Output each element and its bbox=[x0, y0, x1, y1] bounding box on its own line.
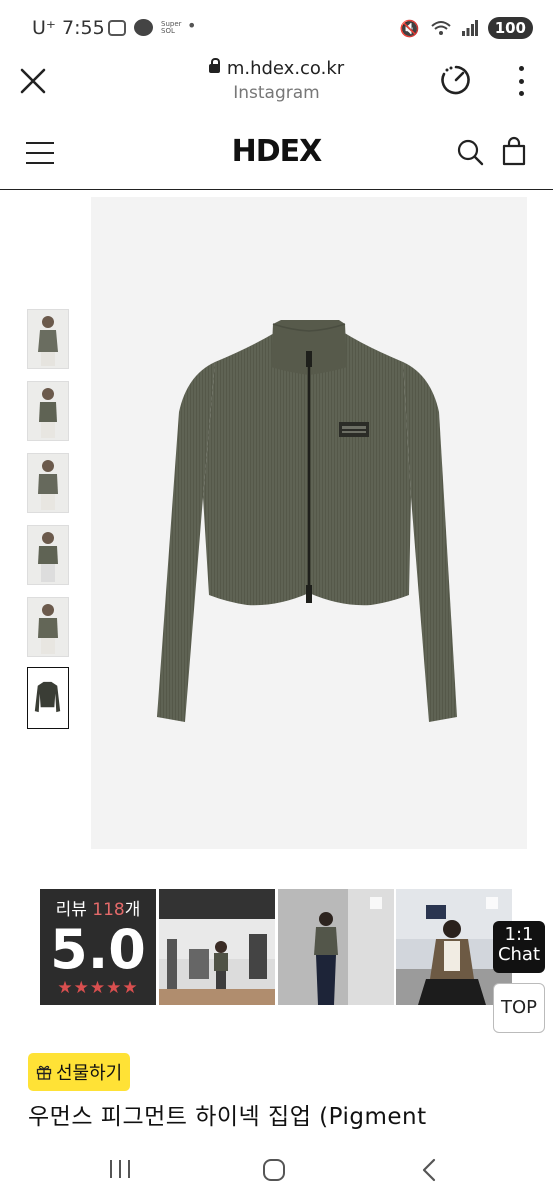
message-icon bbox=[134, 19, 153, 36]
scroll-top-button[interactable]: TOP bbox=[493, 983, 545, 1033]
model-photo bbox=[28, 526, 68, 584]
url-block[interactable]: m.hdex.co.kr Instagram bbox=[150, 58, 403, 103]
search-icon[interactable] bbox=[456, 138, 484, 166]
model-photo bbox=[28, 382, 68, 440]
model-photo bbox=[28, 454, 68, 512]
cart-icon[interactable] bbox=[500, 136, 528, 166]
review-score: 5.0 bbox=[50, 918, 146, 981]
review-count-label: 리뷰 118개 bbox=[55, 900, 141, 920]
mute-icon: 🔇 bbox=[399, 18, 420, 38]
more-notifications-dot: • bbox=[187, 16, 197, 35]
chat-line2: Chat bbox=[497, 944, 541, 965]
close-icon[interactable] bbox=[18, 66, 48, 96]
status-bar: U⁺ 7:55 Super SOL • 🔇 100 bbox=[0, 0, 553, 56]
thumbnail-4[interactable] bbox=[27, 525, 69, 585]
review-photo-1[interactable] bbox=[159, 889, 275, 1005]
speed-icon[interactable] bbox=[439, 63, 473, 97]
main-product-image[interactable] bbox=[91, 197, 527, 849]
system-icons: 🔇 100 bbox=[400, 17, 533, 39]
notification-icons: Super SOL bbox=[108, 19, 182, 36]
review-stars: ★★★★★ bbox=[57, 978, 139, 998]
lock-icon bbox=[208, 58, 220, 73]
thumbnail-6[interactable] bbox=[27, 667, 69, 729]
browser-bar: m.hdex.co.kr Instagram bbox=[0, 56, 553, 115]
thumbnail-5[interactable] bbox=[27, 597, 69, 657]
thumbnail-2[interactable] bbox=[27, 381, 69, 441]
review-image bbox=[159, 889, 275, 1005]
model-photo bbox=[28, 310, 68, 368]
gift-icon bbox=[36, 1065, 52, 1080]
url-text[interactable]: m.hdex.co.kr bbox=[150, 58, 403, 79]
model-photo bbox=[28, 598, 68, 656]
sol-icon: Super SOL bbox=[161, 19, 182, 35]
chat-line1: 1:1 bbox=[504, 924, 534, 945]
thumbnail-1[interactable] bbox=[27, 309, 69, 369]
battery-indicator: 100 bbox=[487, 17, 533, 39]
review-summary[interactable]: 리뷰 118개 5.0 ★★★★★ bbox=[40, 889, 156, 1005]
jacket-photo bbox=[28, 668, 67, 727]
recent-apps-icon[interactable] bbox=[107, 1158, 133, 1180]
back-icon[interactable] bbox=[420, 1158, 438, 1182]
url-source: Instagram bbox=[233, 83, 320, 103]
system-nav-bar bbox=[0, 1140, 553, 1200]
thumbnail-3[interactable] bbox=[27, 453, 69, 513]
site-header: HDEX bbox=[0, 114, 553, 190]
jacket-illustration bbox=[157, 320, 457, 722]
wifi-icon bbox=[431, 21, 451, 35]
screenshot-icon bbox=[108, 19, 126, 36]
product-title: 우먼스 피그먼트 하이넥 집업 (Pigment bbox=[28, 1104, 427, 1130]
review-image bbox=[278, 889, 394, 1005]
home-icon[interactable] bbox=[262, 1158, 286, 1182]
review-photo-2[interactable] bbox=[278, 889, 394, 1005]
more-icon[interactable] bbox=[508, 66, 534, 96]
chat-button[interactable]: 1:1 Chat bbox=[493, 921, 545, 973]
gift-button[interactable]: 선물하기 bbox=[28, 1053, 131, 1091]
signal-icon bbox=[461, 20, 478, 36]
gift-label: 선물하기 bbox=[56, 1063, 123, 1084]
status-time: U⁺ 7:55 bbox=[32, 17, 105, 39]
